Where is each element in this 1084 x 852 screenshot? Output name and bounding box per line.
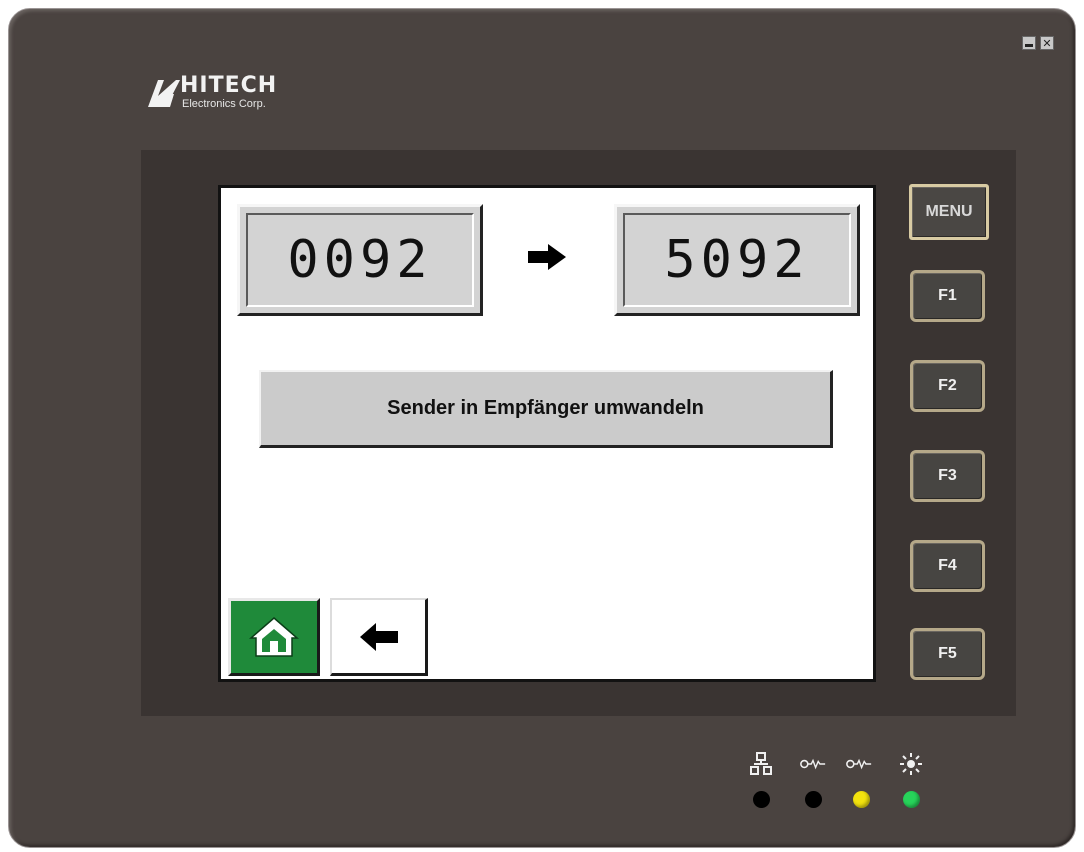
hitech-logo-mark-icon	[148, 80, 180, 107]
menu-key[interactable]: MENU	[909, 184, 989, 240]
comm2-status-led	[853, 791, 870, 808]
key-icon	[846, 752, 872, 776]
brand-name: HITECH	[180, 73, 278, 98]
target-address-value: 5092	[623, 213, 851, 307]
f1-key[interactable]: F1	[910, 270, 985, 322]
key-icon	[800, 752, 826, 776]
brand-subtitle: Electronics Corp.	[182, 98, 266, 110]
touch-screen: 0092 5092 Sender in Empfänger umwandeln	[218, 185, 876, 682]
back-button[interactable]	[330, 598, 428, 676]
arrow-left-icon	[359, 622, 398, 651]
home-button[interactable]	[228, 598, 320, 676]
target-address-display: 5092	[614, 204, 860, 316]
f3-key[interactable]: F3	[910, 450, 985, 502]
window-controls: ✕	[1022, 36, 1054, 50]
comm1-status-led	[805, 791, 822, 808]
network-status-led	[753, 791, 770, 808]
close-icon: ✕	[1042, 36, 1052, 50]
source-address-display: 0092	[237, 204, 483, 316]
close-button[interactable]: ✕	[1040, 36, 1054, 50]
power-light-icon	[898, 752, 924, 776]
power-status-led	[903, 791, 920, 808]
f5-key[interactable]: F5	[910, 628, 985, 680]
network-icon	[748, 752, 774, 776]
f4-key[interactable]: F4	[910, 540, 985, 592]
f2-key[interactable]: F2	[910, 360, 985, 412]
source-address-value: 0092	[246, 213, 474, 307]
minimize-icon	[1025, 43, 1033, 47]
minimize-button[interactable]	[1022, 36, 1036, 50]
convert-sender-button[interactable]: Sender in Empfänger umwandeln	[259, 370, 833, 448]
home-icon	[248, 617, 300, 657]
arrow-right-icon	[528, 244, 566, 270]
